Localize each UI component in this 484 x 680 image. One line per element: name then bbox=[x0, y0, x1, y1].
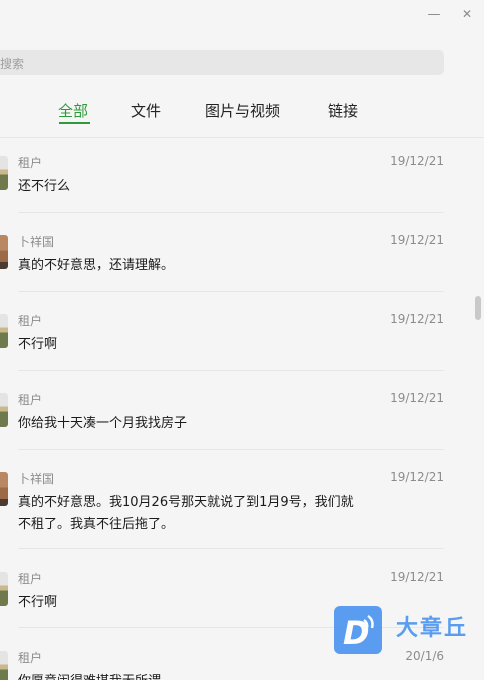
title-bar: — ✕ bbox=[0, 0, 484, 30]
divider bbox=[18, 548, 444, 549]
message-date: 19/12/21 bbox=[390, 570, 444, 584]
tab-files[interactable]: 文件 bbox=[131, 100, 161, 121]
message-text: 不行啊 bbox=[18, 337, 58, 352]
message-list: 租户 19/12/21 还不行么 卜祥国 19/12/21 真的不好意思，还请理… bbox=[0, 138, 470, 680]
list-item[interactable]: 租户 19/12/21 不行啊 bbox=[0, 296, 470, 375]
avatar[interactable] bbox=[0, 314, 8, 348]
message-date: 19/12/21 bbox=[390, 233, 444, 247]
message-date: 19/12/21 bbox=[390, 470, 444, 484]
avatar[interactable] bbox=[0, 235, 8, 269]
tab-all[interactable]: 全部 bbox=[58, 100, 88, 121]
message-text: 你给我十天凑一个月我找房子 bbox=[18, 416, 188, 431]
minimize-icon[interactable]: — bbox=[424, 4, 444, 24]
sender-name: 卜祥国 bbox=[18, 235, 55, 249]
divider bbox=[18, 212, 444, 213]
search-input[interactable]: 搜索 bbox=[0, 50, 444, 75]
tab-links[interactable]: 链接 bbox=[328, 100, 358, 121]
message-text: 不行啊 bbox=[18, 595, 58, 610]
avatar[interactable] bbox=[0, 572, 8, 606]
message-text: 还不行么 bbox=[18, 179, 71, 194]
search-placeholder: 搜索 bbox=[0, 57, 25, 71]
sender-name: 租户 bbox=[18, 572, 43, 586]
divider bbox=[18, 291, 444, 292]
sender-name: 租户 bbox=[18, 393, 43, 407]
avatar[interactable] bbox=[0, 393, 8, 427]
watermark: D 大章丘 bbox=[334, 606, 484, 656]
sender-name: 卜祥国 bbox=[18, 472, 55, 486]
message-date: 19/12/21 bbox=[390, 391, 444, 405]
scrollbar-thumb[interactable] bbox=[475, 296, 481, 320]
list-item[interactable]: 租户 19/12/21 你给我十天凑一个月我找房子 bbox=[0, 375, 470, 454]
active-tab-underline bbox=[59, 122, 90, 124]
avatar[interactable] bbox=[0, 472, 8, 506]
watermark-logo-icon: D bbox=[334, 606, 382, 654]
divider bbox=[18, 370, 444, 371]
avatar[interactable] bbox=[0, 156, 8, 190]
watermark-logo-graphic: D bbox=[343, 614, 374, 652]
avatar[interactable] bbox=[0, 651, 8, 680]
list-item[interactable]: 卜祥国 19/12/21 真的不好意思，还请理解。 bbox=[0, 217, 470, 296]
watermark-text: 大章丘 bbox=[396, 616, 469, 641]
sender-name: 租户 bbox=[18, 156, 43, 170]
sender-name: 租户 bbox=[18, 314, 43, 328]
close-icon[interactable]: ✕ bbox=[457, 4, 477, 24]
message-text: 真的不好意思，还请理解。 bbox=[18, 258, 175, 273]
list-item[interactable]: 卜祥国 19/12/21 真的不好意思。我10月26号那天就说了到1月9号，我们… bbox=[0, 454, 470, 554]
message-text: 你愿意闹得难堪我无所谓 bbox=[18, 671, 358, 680]
message-date: 19/12/21 bbox=[390, 312, 444, 326]
sender-name: 租户 bbox=[18, 651, 43, 665]
divider bbox=[18, 449, 444, 450]
message-text: 真的不好意思。我10月26号那天就说了到1月9号，我们就不租了。我真不往后拖了。 bbox=[18, 495, 354, 532]
list-item[interactable]: 租户 19/12/21 还不行么 bbox=[0, 138, 470, 217]
tab-media[interactable]: 图片与视频 bbox=[205, 100, 280, 121]
message-date: 19/12/21 bbox=[390, 154, 444, 168]
tab-bar: 全部 文件 图片与视频 链接 bbox=[0, 96, 484, 130]
